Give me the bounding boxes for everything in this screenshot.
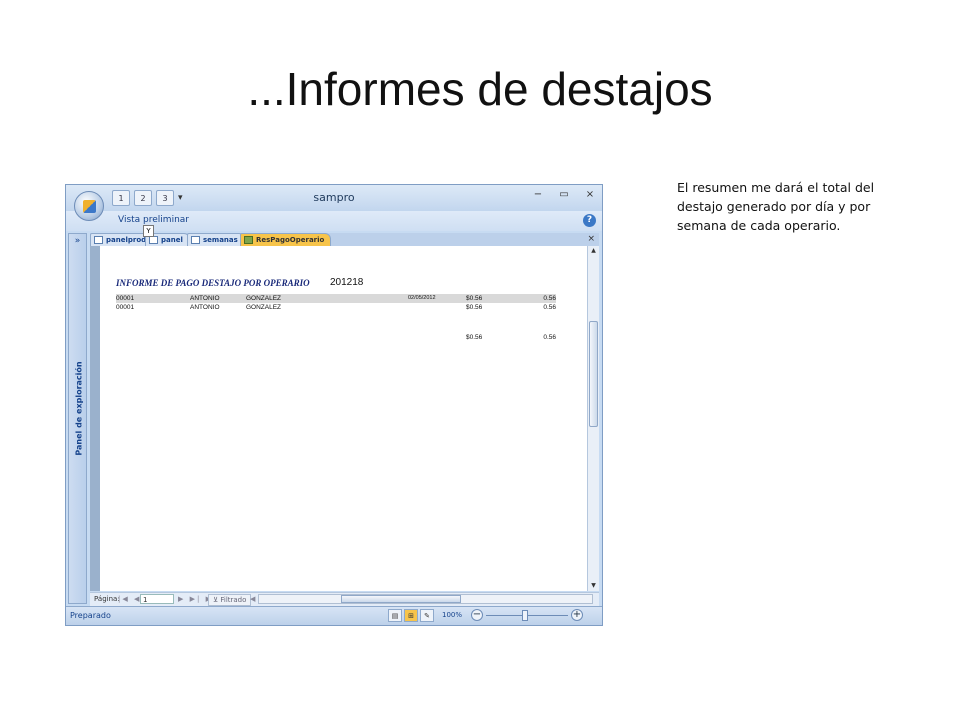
scroll-up-icon[interactable]: ▲ xyxy=(588,246,599,256)
view-buttons: ▤ ⊞ ✎ xyxy=(388,609,434,622)
nav-pane-label: Panel de exploración xyxy=(74,361,84,456)
horizontal-scrollbar[interactable] xyxy=(258,594,593,604)
tab-vista-preliminar[interactable]: Vista preliminar xyxy=(118,215,189,225)
restore-button[interactable]: ▭ xyxy=(558,189,570,200)
form-icon xyxy=(149,236,158,244)
app-title: sampro xyxy=(313,191,355,204)
status-text: Preparado xyxy=(70,611,111,620)
report-number: 201218 xyxy=(330,277,364,288)
report-icon xyxy=(244,236,253,244)
report-row: 00001 ANTONIO GONZALEZ $0.56 0.56 xyxy=(116,303,556,312)
first-prev-page-icons[interactable]: |◀ ◀ xyxy=(118,595,141,603)
cell-name: ANTONIO xyxy=(190,304,220,311)
tab-label: semanas xyxy=(203,236,238,244)
summary-amount: $0.56 xyxy=(466,334,483,341)
help-icon[interactable]: ? xyxy=(583,214,596,227)
zoom-level[interactable]: 100% xyxy=(442,611,462,619)
report-row: 00001 ANTONIO GONZALEZ 02/05/2012 $0.56 … xyxy=(116,294,556,303)
close-button[interactable]: × xyxy=(584,189,596,200)
form-icon xyxy=(191,236,200,244)
cell-id: 00001 xyxy=(116,295,135,302)
report-view-icon[interactable]: ▤ xyxy=(388,609,402,622)
cell-amount: $0.56 xyxy=(466,304,483,311)
zoom-slider-thumb[interactable] xyxy=(522,610,528,621)
office-logo-icon xyxy=(83,200,96,213)
page-navigator: Página: |◀ ◀ 1 ▶ ▶| ▶* ⊻ Filtrado ◀ xyxy=(90,592,599,606)
zoom-out-icon[interactable]: − xyxy=(471,609,483,621)
scroll-left-icon[interactable]: ◀ xyxy=(250,595,257,603)
tab-label: panel xyxy=(161,236,183,244)
tab-semanas[interactable]: semanas xyxy=(187,233,245,246)
cell-id: 00001 xyxy=(116,304,135,311)
window-controls: − ▭ × xyxy=(532,189,596,200)
access-window: 1 2 3 ▾ sampro − ▭ × Vista preliminar ? … xyxy=(65,184,603,626)
hscroll-thumb[interactable] xyxy=(341,595,461,603)
print-preview-icon[interactable]: ⊞ xyxy=(404,609,418,622)
page-number-input[interactable]: 1 xyxy=(140,594,174,604)
report-title: INFORME DE PAGO DESTAJO POR OPERARIO xyxy=(116,278,310,288)
close-tab-icon[interactable]: × xyxy=(587,233,595,246)
filter-button[interactable]: ⊻ Filtrado xyxy=(208,594,252,606)
expand-nav-icon[interactable]: » xyxy=(69,234,86,248)
report-summary-row: $0.56 0.56 xyxy=(116,333,556,342)
cell-amount: $0.56 xyxy=(466,295,483,302)
keytip-badge: Y xyxy=(143,225,154,237)
summary-total: 0.56 xyxy=(543,334,556,341)
status-bar: Preparado ▤ ⊞ ✎ 100% − + xyxy=(66,606,602,625)
office-button[interactable] xyxy=(74,191,104,221)
tab-label: panelprod xyxy=(106,236,147,244)
scroll-down-icon[interactable]: ▼ xyxy=(588,581,599,591)
report-preview-area: INFORME DE PAGO DESTAJO POR OPERARIO 201… xyxy=(90,246,587,591)
cell-total: 0.56 xyxy=(543,304,556,311)
filter-label: Filtrado xyxy=(220,596,247,604)
slide-title: ...Informes de destajos xyxy=(247,63,713,115)
cell-last-name: GONZALEZ xyxy=(246,295,282,302)
scroll-thumb[interactable] xyxy=(589,321,598,427)
navigation-pane[interactable]: » Panel de exploración xyxy=(68,233,87,604)
zoom-in-icon[interactable]: + xyxy=(571,609,583,621)
form-icon xyxy=(94,236,103,244)
title-bar: 1 2 3 ▾ sampro − ▭ × xyxy=(66,185,602,211)
tab-label: ResPagoOperario xyxy=(256,236,325,244)
cell-name: ANTONIO xyxy=(190,295,220,302)
tab-respagooperario[interactable]: ResPagoOperario xyxy=(240,233,332,246)
report-page: INFORME DE PAGO DESTAJO POR OPERARIO 201… xyxy=(100,246,587,591)
vertical-scrollbar[interactable]: ▲ ▼ xyxy=(587,246,599,591)
document-tabs: panelprod panel semanas ResPagoOperario … xyxy=(90,233,599,246)
design-view-icon[interactable]: ✎ xyxy=(420,609,434,622)
page-label: Página: xyxy=(94,595,120,603)
cell-date: 02/05/2012 xyxy=(408,295,436,301)
minimize-button[interactable]: − xyxy=(532,189,544,200)
cell-last-name: GONZALEZ xyxy=(246,304,282,311)
side-note: El resumen me dará el total del destajo … xyxy=(677,180,875,233)
cell-total: 0.56 xyxy=(543,295,556,302)
